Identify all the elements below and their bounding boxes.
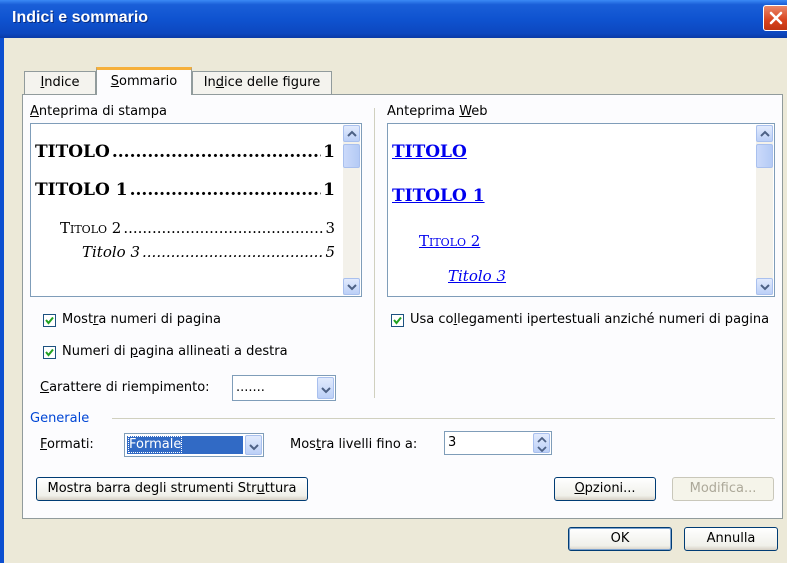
levels-label: Mostra livelli fino a: xyxy=(290,437,418,452)
general-group-title: Generale xyxy=(30,411,90,426)
web-link-level0[interactable]: TITOLO xyxy=(392,142,467,162)
chevron-up-icon xyxy=(760,130,770,137)
right-align-label[interactable]: Numeri di pagina allineati a destra xyxy=(62,344,288,359)
levels-spinner[interactable]: 3 xyxy=(444,431,552,455)
chevron-down-icon xyxy=(249,444,259,451)
tab-leader-label: Carattere di riempimento: xyxy=(40,380,210,395)
tab-leader-value: ....... xyxy=(236,380,265,395)
checkmark-icon xyxy=(45,348,54,357)
ok-button[interactable]: OK xyxy=(568,527,672,551)
show-page-numbers-checkbox[interactable] xyxy=(43,314,56,327)
tab-label-key: S xyxy=(110,74,120,89)
web-preview-box[interactable]: TITOLO TITOLO 1 Titolo 2 Titolo 3 xyxy=(387,123,775,297)
show-outline-toolbar-button[interactable]: Mostra barra degli strumenti Struttura xyxy=(36,477,308,501)
tab-indice-delle-figure[interactable]: Indice delle figure xyxy=(192,71,332,95)
index-toc-dialog: Indici e sommario Indice Sommario Indice… xyxy=(0,0,787,563)
dropdown-button[interactable] xyxy=(317,377,334,399)
levels-value: 3 xyxy=(448,435,457,450)
options-button[interactable]: Opzioni... xyxy=(554,477,656,501)
chevron-up-icon xyxy=(347,130,357,137)
tab-leader-select[interactable]: ....... xyxy=(232,375,336,401)
spin-up-icon xyxy=(537,437,547,443)
checkmark-icon xyxy=(393,316,402,325)
formats-select[interactable]: Formale xyxy=(124,433,264,457)
tab-label: ndice xyxy=(44,75,80,90)
toc-entry-level0: TITOLO1 xyxy=(35,142,335,162)
chevron-down-icon xyxy=(760,284,770,291)
web-link-level3[interactable]: Titolo 3 xyxy=(448,267,506,285)
close-button[interactable] xyxy=(763,5,787,31)
scroll-thumb[interactable] xyxy=(343,144,360,168)
scroll-down-button[interactable] xyxy=(343,278,360,295)
tab-label-key: d xyxy=(215,75,225,90)
web-link-level2[interactable]: Titolo 2 xyxy=(419,232,480,250)
checkmark-icon xyxy=(45,316,54,325)
web-link-level1[interactable]: TITOLO 1 xyxy=(392,186,485,206)
dropdown-button[interactable] xyxy=(245,435,262,455)
scroll-down-button[interactable] xyxy=(756,278,773,295)
print-preview-box[interactable]: TITOLO1 TITOLO 11 Titolo 23 Titolo 35 xyxy=(30,123,362,297)
formats-value: Formale xyxy=(127,436,183,453)
modify-button[interactable]: Modifica... xyxy=(672,477,774,501)
toc-entry-level2: Titolo 23 xyxy=(60,219,335,237)
toc-entry-level3: Titolo 35 xyxy=(82,243,335,261)
chevron-down-icon xyxy=(347,284,357,291)
print-preview-scrollbar[interactable] xyxy=(343,125,360,295)
toc-entry-level1: TITOLO 11 xyxy=(35,180,335,200)
use-hyperlinks-label[interactable]: Usa collegamenti ipertestuali anziché nu… xyxy=(410,312,769,327)
tab-sommario[interactable]: Sommario xyxy=(96,67,192,95)
tab-label: ommario xyxy=(119,74,178,89)
scroll-up-button[interactable] xyxy=(756,125,773,142)
spinner-buttons[interactable] xyxy=(533,433,550,453)
scroll-thumb[interactable] xyxy=(756,144,773,168)
close-icon xyxy=(769,11,783,25)
cancel-button[interactable]: Annulla xyxy=(684,527,778,551)
use-hyperlinks-checkbox[interactable] xyxy=(391,314,404,327)
formats-label: Formati: xyxy=(40,437,94,452)
window-frame-left xyxy=(0,38,4,563)
print-preview-label: Anteprima di stampa xyxy=(30,104,167,119)
spin-down-icon xyxy=(537,446,547,452)
show-page-numbers-label[interactable]: Mostra numeri di pagina xyxy=(62,312,221,327)
tab-label: ice delle figure xyxy=(224,75,321,90)
window-title: Indici e sommario xyxy=(12,9,149,26)
tab-label: In xyxy=(203,75,216,90)
right-align-checkbox[interactable] xyxy=(43,346,56,359)
web-preview-scrollbar[interactable] xyxy=(756,125,773,295)
scroll-up-button[interactable] xyxy=(343,125,360,142)
vertical-divider xyxy=(374,108,375,398)
title-bar[interactable]: Indici e sommario xyxy=(0,0,787,38)
group-separator xyxy=(112,418,775,419)
tab-indice[interactable]: Indice xyxy=(24,71,96,95)
chevron-down-icon xyxy=(321,387,331,394)
web-preview-label: Anteprima Web xyxy=(387,104,488,119)
